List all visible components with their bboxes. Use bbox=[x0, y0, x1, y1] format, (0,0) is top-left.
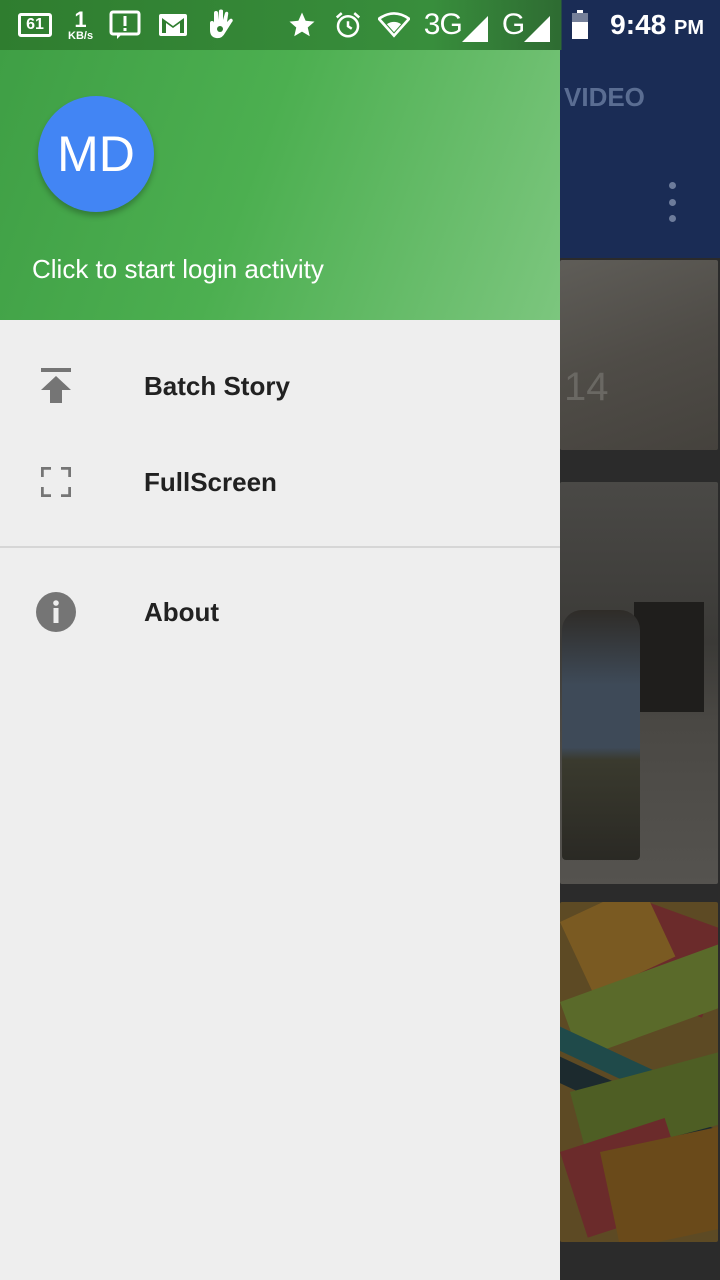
menu-item-label: FullScreen bbox=[144, 466, 277, 497]
gmail-icon bbox=[157, 11, 189, 39]
fullscreen-icon bbox=[36, 462, 76, 502]
photo-card-person bbox=[560, 482, 718, 884]
status-bar: 61 1 KB/s 3G G 9:48 PM bbox=[0, 0, 720, 50]
network-speed-value: 1 bbox=[74, 6, 87, 32]
tab-video: VIDEO bbox=[564, 82, 645, 112]
network-3g-indicator: 3G bbox=[424, 8, 488, 42]
alarm-icon bbox=[332, 11, 364, 39]
signal-icon bbox=[461, 16, 488, 42]
hand-icon bbox=[205, 9, 237, 39]
menu-item-label: About bbox=[144, 596, 220, 627]
network-g-indicator: G bbox=[501, 8, 551, 42]
menu-item-fullscreen[interactable]: FullScreen bbox=[0, 434, 560, 530]
photo-watermark: 14 bbox=[564, 365, 609, 409]
overflow-menu-icon bbox=[664, 182, 680, 222]
notification-count-icon: 61 bbox=[18, 13, 52, 37]
status-bar-right: 3G G 9:48 PM bbox=[286, 0, 720, 50]
battery-icon bbox=[564, 10, 596, 39]
star-icon bbox=[286, 11, 318, 39]
info-icon bbox=[36, 592, 76, 632]
network-3g-label: 3G bbox=[423, 8, 463, 41]
navigation-drawer: MD Click to start login activity Batch S… bbox=[0, 50, 560, 1280]
upload-icon bbox=[36, 366, 76, 406]
notification-count: 61 bbox=[26, 16, 44, 33]
photo-card: 14 bbox=[560, 260, 718, 450]
login-prompt[interactable]: Click to start login activity bbox=[32, 254, 324, 285]
wifi-icon bbox=[377, 11, 410, 39]
network-g-label: G bbox=[501, 8, 525, 41]
background-app-toolbar: VIDEO bbox=[560, 50, 720, 258]
photo-card-abstract bbox=[560, 902, 718, 1242]
clock-time: 9:48 bbox=[610, 9, 667, 40]
avatar-initials: MD bbox=[57, 126, 135, 182]
background-app-scrim[interactable]: VIDEO 14 bbox=[560, 50, 720, 1280]
menu-item-about[interactable]: About bbox=[0, 564, 560, 660]
menu-item-label: Batch Story bbox=[144, 370, 290, 401]
clock: 9:48 PM bbox=[610, 9, 704, 41]
menu-divider bbox=[0, 546, 560, 548]
status-bar-left: 61 1 KB/s bbox=[0, 0, 237, 50]
avatar[interactable]: MD bbox=[38, 96, 154, 212]
drawer-menu: Batch Story FullScreen About bbox=[0, 320, 560, 660]
network-speed: 1 KB/s bbox=[68, 6, 94, 42]
drawer-header[interactable]: MD Click to start login activity bbox=[0, 50, 560, 320]
photo-door-shape bbox=[634, 602, 704, 712]
signal-icon-secondary bbox=[524, 16, 551, 42]
photo-person-shape bbox=[562, 610, 640, 860]
menu-item-batch-story[interactable]: Batch Story bbox=[0, 338, 560, 434]
alert-icon bbox=[109, 10, 141, 39]
clock-ampm: PM bbox=[674, 17, 704, 39]
network-speed-unit: KB/s bbox=[68, 29, 94, 42]
